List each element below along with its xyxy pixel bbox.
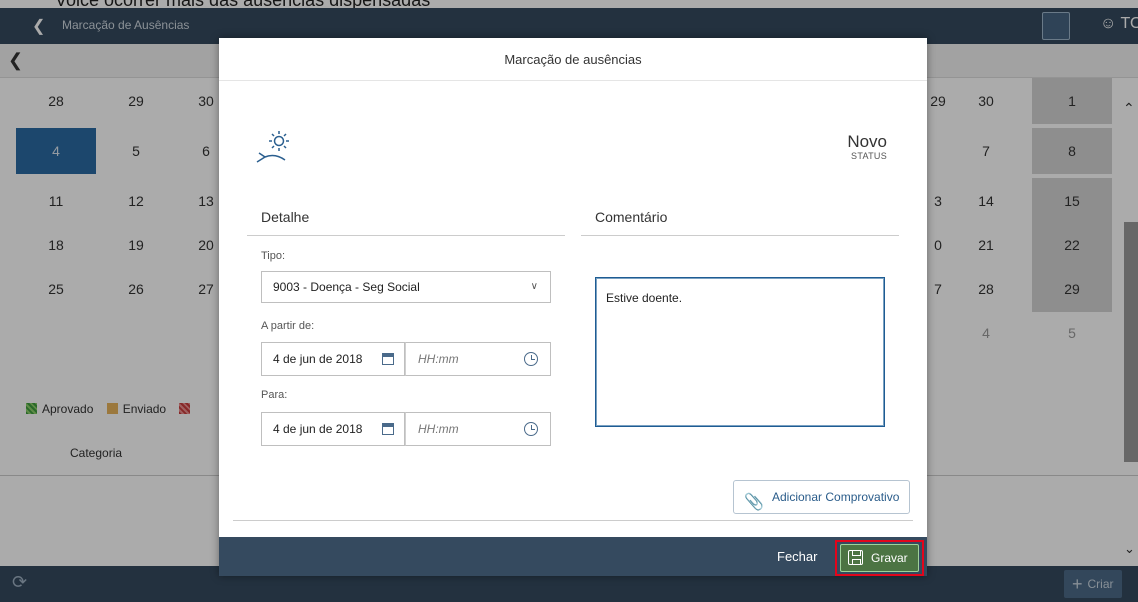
save-label: Gravar	[871, 551, 908, 565]
save-button[interactable]: Gravar	[840, 544, 919, 572]
from-label: A partir de:	[261, 320, 315, 332]
to-time-placeholder: HH:mm	[418, 422, 459, 436]
absence-type-select[interactable]: 9003 - Doença - Seg Social ∨	[261, 271, 551, 303]
to-time-field[interactable]: HH:mm	[405, 412, 551, 446]
chevron-down-icon: ∨	[530, 281, 538, 292]
calendar-icon[interactable]	[382, 423, 394, 435]
status-label: STATUS	[851, 151, 887, 161]
from-time-placeholder: HH:mm	[418, 352, 459, 366]
divider	[233, 520, 913, 521]
dialog-footer: Fechar Gravar	[219, 537, 927, 576]
comment-textarea[interactable]: Estive doente.	[595, 277, 885, 427]
to-label: Para:	[261, 389, 288, 401]
add-attachment-label: Adicionar Comprovativo	[772, 490, 900, 504]
from-time-field[interactable]: HH:mm	[405, 342, 551, 376]
dialog-title: Marcação de ausências	[219, 38, 927, 81]
to-date-field[interactable]: 4 de jun de 2018	[261, 412, 405, 446]
add-attachment-button[interactable]: 📎 Adicionar Comprovativo	[733, 480, 910, 514]
calendar-icon[interactable]	[382, 353, 394, 365]
divider	[581, 235, 899, 236]
absence-type-value: 9003 - Doença - Seg Social	[273, 280, 420, 294]
to-datetime: 4 de jun de 2018 HH:mm	[261, 412, 551, 446]
absence-dialog: Marcação de ausências Novo STATUS Detalh…	[219, 38, 927, 576]
status-value: Novo	[847, 132, 887, 151]
from-date-value: 4 de jun de 2018	[273, 352, 363, 366]
to-date-value: 4 de jun de 2018	[273, 422, 363, 436]
comment-section-title: Comentário	[595, 209, 668, 225]
close-button[interactable]: Fechar	[777, 537, 817, 576]
divider	[247, 235, 565, 236]
vacation-sun-icon	[256, 131, 289, 163]
clock-icon[interactable]	[524, 422, 538, 436]
clock-icon[interactable]	[524, 352, 538, 366]
from-date-field[interactable]: 4 de jun de 2018	[261, 342, 405, 376]
paperclip-icon: 📎	[744, 494, 764, 511]
type-label: Tipo:	[261, 250, 286, 262]
detail-section-title: Detalhe	[261, 209, 310, 225]
from-datetime: 4 de jun de 2018 HH:mm	[261, 342, 551, 376]
save-disk-icon	[848, 550, 863, 565]
